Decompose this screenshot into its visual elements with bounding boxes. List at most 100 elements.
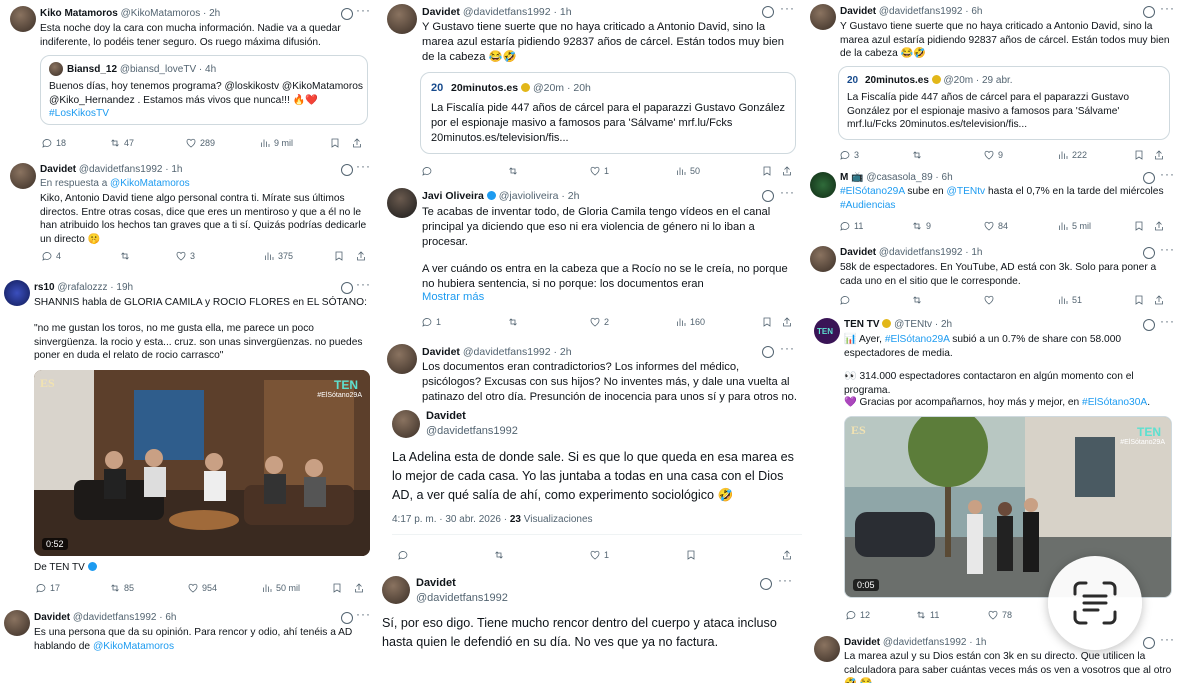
author-name[interactable]: Davidet — [840, 6, 876, 17]
grok-icon[interactable] — [341, 282, 353, 294]
author-name[interactable]: rs10 — [34, 282, 55, 293]
tweet-davidet-gustavo[interactable]: Davidet @davidetfans1992 · 1h ··· Y Gust… — [380, 0, 806, 186]
tweet-rs10[interactable]: rs10 @rafalozzz · 19h ··· SHANNIS habla … — [0, 274, 378, 604]
video-player[interactable]: ES TEN #ElSótano29A 0:52 — [34, 370, 370, 556]
retweet-button[interactable]: 47 — [108, 136, 184, 149]
quoted-tweet[interactable]: 20 20minutos.es @20m · 29 abr. La Fiscal… — [838, 66, 1170, 140]
like-button[interactable]: 84 — [982, 219, 1056, 232]
views-button[interactable]: 9 mil — [258, 136, 328, 149]
retweet-button[interactable] — [910, 293, 982, 306]
grok-icon[interactable] — [1143, 637, 1155, 649]
grok-icon[interactable] — [1143, 247, 1155, 259]
reply-button[interactable] — [420, 164, 506, 177]
bookmark-button[interactable] — [1132, 148, 1152, 161]
tweet-timestamp[interactable]: 4:17 p. m. · 30 abr. 2026 · — [392, 514, 510, 525]
bookmark-button[interactable] — [332, 249, 354, 262]
tweet-davidet-58k[interactable]: Davidet @davidetfans1992 · 1h ··· 58k de… — [808, 242, 1179, 310]
author-name[interactable]: Davidet — [844, 637, 880, 648]
video-source[interactable]: De TEN TV — [34, 562, 97, 573]
avatar[interactable] — [4, 610, 30, 636]
author-name[interactable]: Davidet — [40, 164, 76, 175]
grok-icon[interactable] — [760, 578, 772, 590]
views-button[interactable]: 375 — [262, 249, 332, 262]
hashtag-link[interactable]: #ElSótano29A — [840, 186, 905, 197]
tweet-javi-oliveira[interactable]: Javi Oliveira @javioliveira · 2h ··· Te … — [380, 185, 806, 334]
author-name[interactable]: Davidet — [840, 247, 876, 258]
more-options-icon[interactable]: ··· — [780, 185, 795, 199]
more-options-icon[interactable]: ··· — [356, 3, 371, 17]
tweet-davidet-opinion[interactable]: Davidet @davidetfans1992 · 6h ··· Es una… — [0, 604, 378, 683]
reply-button[interactable]: 11 — [838, 219, 910, 232]
hashtag-link[interactable]: #ElSótano29A — [885, 334, 950, 345]
reply-button[interactable]: 3 — [838, 148, 910, 161]
grok-icon[interactable] — [341, 8, 353, 20]
like-button[interactable]: 9 — [982, 148, 1056, 161]
like-button[interactable]: 1 — [588, 164, 674, 177]
reply-button[interactable]: 18 — [40, 136, 108, 149]
more-options-icon[interactable]: ··· — [778, 573, 793, 587]
bookmark-button[interactable] — [1132, 293, 1152, 306]
avatar[interactable] — [10, 6, 36, 32]
retweet-button[interactable] — [492, 548, 588, 561]
like-button[interactable]: 289 — [184, 136, 258, 149]
author-name[interactable]: Davidet — [416, 577, 456, 589]
author-name[interactable]: Kiko Matamoros — [40, 8, 118, 19]
reply-button[interactable]: 4 — [40, 249, 118, 262]
bookmark-button[interactable] — [760, 315, 780, 328]
like-button[interactable]: 954 — [186, 581, 260, 594]
bookmark-button[interactable] — [684, 548, 780, 561]
like-button[interactable]: 1 — [588, 548, 684, 561]
tweet-davidet-reply[interactable]: Davidet @davidetfans1992 · 1h ··· En res… — [0, 159, 378, 270]
like-button[interactable]: 3 — [174, 249, 262, 262]
retweet-button[interactable]: 11 — [914, 608, 986, 621]
tweet-casasola[interactable]: M 📺 @casasola_89 · 6h ··· #ElSótano29A s… — [808, 167, 1179, 240]
retweet-button[interactable] — [910, 148, 982, 161]
views-button[interactable]: 222 — [1056, 148, 1132, 161]
reply-button[interactable]: 17 — [34, 581, 108, 594]
like-button[interactable]: 2 — [588, 315, 674, 328]
like-button[interactable]: 78 — [986, 608, 1056, 621]
views-button[interactable]: 5 mil — [1056, 219, 1132, 232]
tweet-davidet-documentos[interactable]: Davidet @davidetfans1992 · 2h ··· Los do… — [380, 340, 806, 406]
quoted-tweet[interactable]: Biansd_12 @biansd_loveTV · 4h Buenos día… — [40, 55, 368, 125]
reply-to-mention[interactable]: @KikoMatamoros — [110, 178, 190, 189]
author-name[interactable]: Javi Oliveira — [422, 190, 484, 202]
more-options-icon[interactable]: ··· — [780, 1, 795, 15]
share-button[interactable] — [780, 164, 793, 177]
tweet-kiko[interactable]: Kiko Matamoros @KikoMatamoros · 2h ··· E… — [0, 0, 378, 160]
avatar[interactable] — [387, 4, 417, 34]
quoted-tweet[interactable]: 20 20minutos.es @20m · 20h La Fiscalía p… — [420, 72, 796, 154]
grok-icon[interactable] — [341, 612, 353, 624]
views-button[interactable]: 51 — [1056, 293, 1132, 306]
more-options-icon[interactable]: ··· — [1160, 1, 1175, 15]
author-name[interactable]: M 📺 — [840, 172, 864, 183]
bookmark-button[interactable] — [1132, 219, 1152, 232]
hashtag-link[interactable]: #ElSótano30A — [1082, 397, 1147, 408]
author-name[interactable]: Davidet — [422, 6, 460, 18]
more-options-icon[interactable]: ··· — [1160, 632, 1175, 646]
author-name[interactable]: TEN TV — [844, 319, 880, 330]
retweet-button[interactable] — [506, 315, 588, 328]
grok-icon[interactable] — [762, 6, 774, 18]
grok-icon[interactable] — [341, 164, 353, 176]
author-name[interactable]: Davidet — [34, 612, 70, 623]
mention-link[interactable]: @KikoMatamoros — [93, 641, 174, 652]
views-button[interactable]: 160 — [674, 315, 760, 328]
avatar[interactable] — [387, 344, 417, 374]
reply-button[interactable]: 1 — [420, 315, 506, 328]
grok-icon[interactable] — [1143, 6, 1155, 18]
share-button[interactable] — [780, 315, 793, 328]
avatar[interactable] — [814, 636, 840, 662]
reply-button[interactable] — [396, 548, 492, 561]
show-more-link[interactable]: Mostrar más — [422, 291, 484, 305]
avatar[interactable] — [810, 246, 836, 272]
more-options-icon[interactable]: ··· — [1160, 314, 1175, 328]
bookmark-button[interactable] — [760, 164, 780, 177]
retweet-button[interactable]: 85 — [108, 581, 186, 594]
bookmark-button[interactable] — [330, 581, 352, 594]
author-name[interactable]: Davidet — [422, 346, 460, 358]
avatar[interactable] — [810, 172, 836, 198]
share-button[interactable] — [354, 249, 367, 262]
retweet-button[interactable] — [118, 249, 174, 262]
avatar[interactable] — [382, 576, 410, 604]
